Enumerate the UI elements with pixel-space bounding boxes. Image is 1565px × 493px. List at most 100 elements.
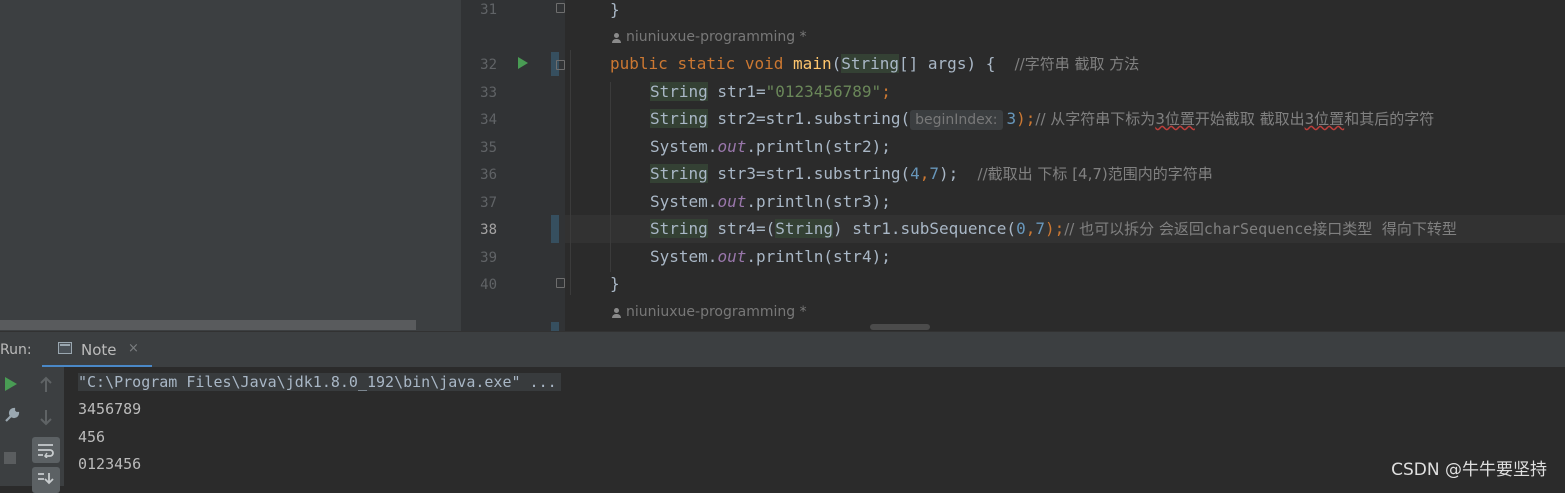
keyword: void [744,54,784,73]
keyword: static [677,54,736,73]
code-token: ) str1.subSequence( [833,219,1017,238]
number-literal: 0 [1016,219,1026,238]
code-line-32: public static void main(String[] args) {… [610,54,1139,74]
editor-horizontal-scrollbar[interactable] [565,321,1565,331]
indent-guide [610,82,611,272]
stop-icon[interactable] [4,452,16,464]
editor-scrollbar-thumb[interactable] [870,324,930,330]
code-token: .println(str3); [746,192,891,211]
change-marker[interactable] [551,322,559,331]
line-number: 36 [480,167,497,183]
console-line: "C:\Program Files\Java\jdk1.8.0_192\bin\… [78,372,561,392]
code-token: , [1025,219,1036,238]
code-token: } [610,274,620,293]
string-literal: "0123456789" [765,82,882,101]
tab-label: Note [81,341,117,359]
comment: // 从字符串下标为 [1035,110,1156,128]
keyword: public [610,54,668,73]
code-token: .println(str4); [746,247,891,266]
code-line-36: String str3=str1.substring(4,7); //截取出 下… [650,164,1213,184]
code-line-31: } [610,0,620,20]
code-token: System. [650,247,718,266]
code-line-33: String str1="0123456789"; [650,82,891,102]
line-number-current: 38 [480,222,497,238]
code-token: , [919,164,930,183]
code-line-37: System.out.println(str3); [650,192,891,212]
code-token: str3=str1.substring( [707,164,911,183]
code-token: System. [650,192,718,211]
project-panel-scrollbar[interactable] [0,320,416,330]
tab-note[interactable]: Note × [42,332,152,368]
comment: 3位置 [1155,110,1195,128]
line-number: 35 [480,140,497,156]
code-token: ); [1044,219,1065,238]
class-name: String [775,219,834,238]
code-token: ; [881,82,891,101]
up-arrow-icon[interactable] [38,376,54,394]
line-number: 37 [480,195,497,211]
number-literal: 3 [1006,109,1017,128]
code-token: [] args) { [899,54,1015,73]
method-name: main [793,54,832,73]
run-label: Run: [0,342,32,358]
console-line: 456 [78,428,106,446]
project-panel [0,0,461,331]
scroll-to-end-icon [38,473,54,485]
comment: 开始截取 截取出 [1194,110,1305,128]
line-number: 34 [480,112,497,128]
console-line: 3456789 [78,400,142,418]
person-icon [612,307,621,318]
fold-icon[interactable] [556,3,565,13]
class-name: String [650,164,708,183]
author-label: niuniuxue-programming * [626,29,807,45]
person-icon [612,32,621,43]
line-number: 40 [480,277,497,293]
static-field: out [717,192,747,211]
run-icon[interactable] [5,377,17,391]
static-field: out [717,247,747,266]
number-literal: 7 [929,164,940,183]
static-field: out [717,137,747,156]
code-line-38: String str4=(String) str1.subSequence(0,… [650,219,1457,239]
close-icon[interactable]: × [128,341,139,356]
fold-icon[interactable] [556,278,565,288]
code-vision-author[interactable]: niuniuxue-programming * [612,304,807,320]
code-token: .println(str2); [746,137,891,156]
console-icon [58,342,72,354]
number-literal: 4 [910,164,920,183]
class-name: String [650,82,708,101]
console-command: "C:\Program Files\Java\jdk1.8.0_192\bin\… [78,373,561,391]
line-number: 31 [480,2,497,18]
watermark: CSDN @牛牛要坚持 [1391,460,1547,480]
line-number: 32 [480,57,497,73]
code-token: ( [831,54,842,73]
down-arrow-icon[interactable] [38,408,54,426]
code-token: str1= [707,82,766,101]
wrench-icon[interactable] [3,406,21,424]
comment: charSequence [1203,220,1313,238]
code-line-39: System.out.println(str4); [650,247,891,267]
soft-wrap-icon [38,444,54,458]
class-name: String [650,109,708,128]
comment: //截取出 下标 [4,7)范围内的字符串 [977,165,1213,183]
console-line: 0123456 [78,455,142,473]
parameter-hint: beginIndex: [910,110,1003,130]
change-marker[interactable] [551,215,559,243]
line-number: 33 [480,85,497,101]
line-number: 39 [480,250,497,266]
run-tool-window-header: Run: Note × [0,331,1565,368]
code-line-34: String str2=str1.substring(beginIndex: 3)… [650,109,1434,130]
comment: 和其后的字符 [1344,110,1435,128]
number-literal: 7 [1035,219,1045,238]
soft-wrap-button[interactable] [32,437,60,463]
fold-icon[interactable] [556,60,565,70]
indent-guide [570,50,571,295]
code-vision-author[interactable]: niuniuxue-programming * [612,29,807,45]
comment: 接口类型 得向下转型 [1312,220,1457,238]
code-token: ); [939,164,978,183]
code-token: } [610,0,620,19]
scroll-to-end-button[interactable] [32,467,60,493]
class-name: String [650,219,708,238]
class-name: String [841,54,900,73]
run-gutter-icon[interactable] [518,57,528,69]
